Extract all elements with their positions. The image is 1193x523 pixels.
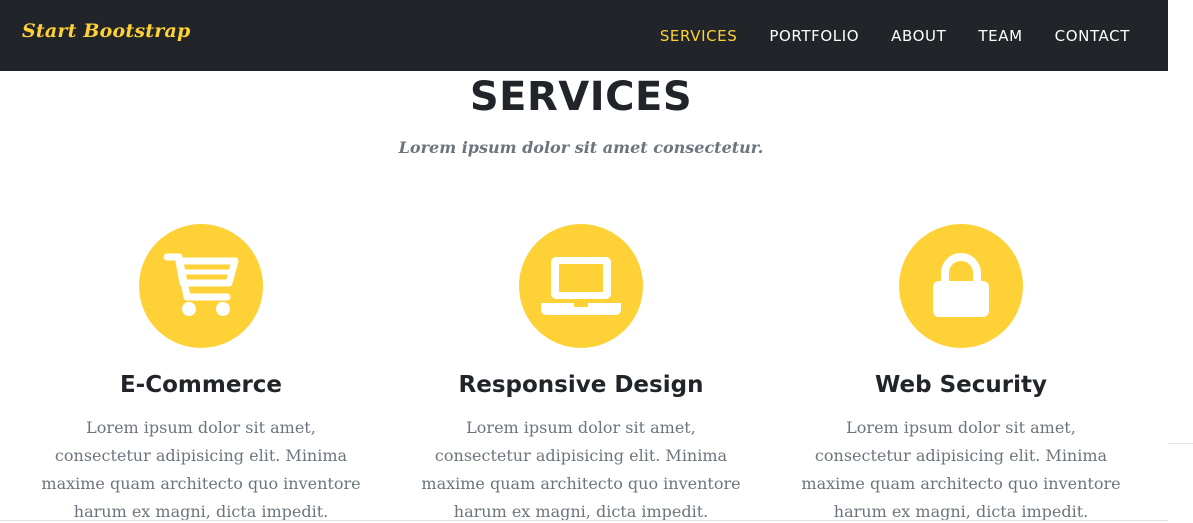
nav-links: SERVICES PORTFOLIO ABOUT TEAM CONTACT — [628, 0, 1130, 71]
nav-link-services[interactable]: SERVICES — [660, 27, 738, 45]
brand-logo-link[interactable]: Start Bootstrap — [22, 20, 190, 42]
nav-link-about[interactable]: ABOUT — [891, 27, 946, 45]
service-title: Web Security — [874, 372, 1047, 398]
scrollbar-divider — [1168, 443, 1193, 444]
service-icon-circle — [139, 224, 263, 348]
service-title: Responsive Design — [458, 372, 704, 398]
lock-icon — [933, 253, 989, 317]
section-heading: SERVICES — [469, 74, 693, 120]
scrollbar-track[interactable] — [1168, 71, 1193, 523]
service-icon-circle — [899, 224, 1023, 348]
service-icon-circle — [519, 224, 643, 348]
laptop-icon — [541, 257, 621, 315]
nav-link-contact[interactable]: CONTACT — [1055, 27, 1130, 45]
service-responsive-design: Responsive Design Lorem ipsum dolor sit … — [401, 224, 761, 523]
section-subheading: Lorem ipsum dolor sit amet consectetur. — [398, 138, 764, 157]
service-title: E-Commerce — [119, 372, 283, 398]
service-description: Lorem ipsum dolor sit amet, consectetur … — [421, 418, 741, 521]
service-ecommerce: E-Commerce Lorem ipsum dolor sit amet, c… — [21, 224, 381, 523]
nav-link-team[interactable]: TEAM — [978, 27, 1022, 45]
page-divider — [0, 520, 1168, 521]
service-description: Lorem ipsum dolor sit amet, consectetur … — [801, 418, 1121, 521]
navbar: Start Bootstrap SERVICES PORTFOLIO ABOUT… — [0, 0, 1168, 71]
nav-link-portfolio[interactable]: PORTFOLIO — [769, 27, 859, 45]
service-web-security: Web Security Lorem ipsum dolor sit amet,… — [781, 224, 1141, 523]
service-description: Lorem ipsum dolor sit amet, consectetur … — [41, 418, 361, 521]
shopping-cart-icon — [163, 253, 239, 316]
